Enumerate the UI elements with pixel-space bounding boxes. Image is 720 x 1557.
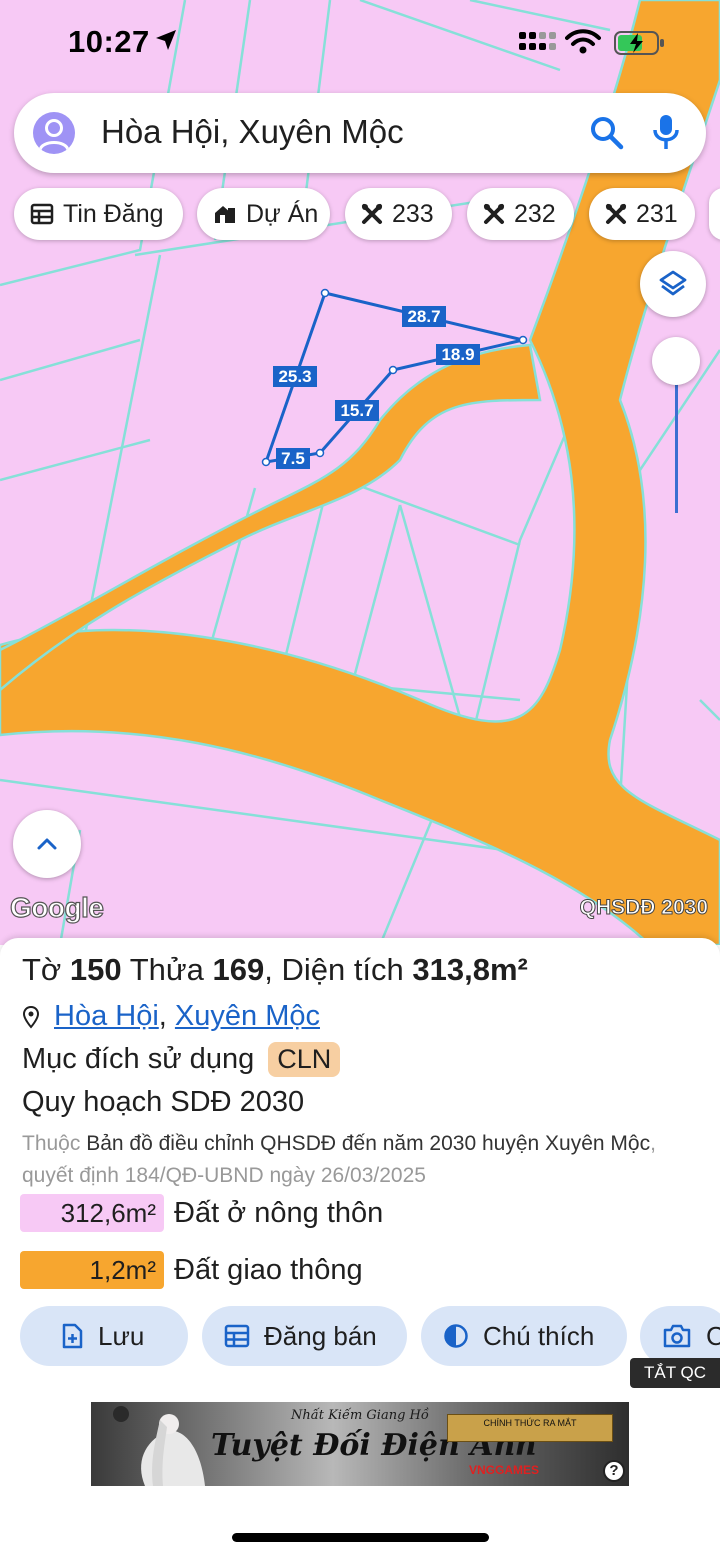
plan-description: Thuộc Bản đồ điều chỉnh QHSDĐ đến năm 20… [22, 1132, 656, 1187]
layers-icon [659, 270, 687, 296]
edge-label: 28.7 [407, 307, 440, 326]
opacity-slider-track[interactable] [675, 368, 678, 513]
post-for-sale-button[interactable]: Đăng bán [202, 1306, 407, 1366]
camera-label: C [706, 1320, 720, 1351]
parcel-title: Tờ 150 Thửa 169, Diện tích 313,8m² [22, 952, 528, 987]
land-use-residential: 312,6m² Đất ở nông thôn [20, 1194, 383, 1232]
parcel-area: 313,8m² [412, 952, 528, 987]
chip-233[interactable]: 233 [345, 188, 452, 240]
status-bar: 10:27 [0, 0, 720, 86]
chip-tin-dang[interactable]: Tin Đăng [14, 188, 183, 240]
land-type: Đất ở nông thôn [174, 1196, 384, 1229]
land-purpose-row: Mục đích sử dụng CLN [22, 1042, 341, 1077]
land-area: 1,2m² [20, 1251, 164, 1289]
ad-info-icon[interactable]: ? [603, 1460, 625, 1482]
ad-banner[interactable]: Nhất Kiếm Giang Hồ Tuyệt Đối Điện Ảnh CH… [91, 1402, 629, 1486]
ad-launch-banner: CHÍNH THỨC RA MẮT [447, 1414, 613, 1442]
camera-icon [663, 1324, 691, 1348]
chip-more[interactable] [709, 188, 720, 240]
ad-publisher: VNGGAMES [469, 1463, 540, 1477]
parcel-location: Hòa Hội, Xuyên Mộc [22, 1000, 320, 1033]
location-arrow-icon [156, 30, 176, 50]
save-button[interactable]: Lưu [20, 1306, 188, 1366]
contrast-icon [444, 1324, 468, 1348]
land-use-transport: 1,2m² Đất giao thông [20, 1251, 363, 1289]
chip-label: 232 [514, 199, 556, 228]
map-view[interactable]: 28.7 18.9 25.3 15.7 7.5 10:27 Hòa Hội, X… [0, 0, 720, 945]
filter-chips: Tin Đăng Dự Án 233 232 231 [12, 188, 720, 242]
land-type: Đất giao thông [174, 1253, 363, 1286]
wifi-icon [565, 29, 601, 54]
save-label: Lưu [98, 1320, 145, 1351]
layers-button[interactable] [640, 251, 706, 317]
home-indicator [232, 1533, 489, 1542]
district-link[interactable]: Xuyên Mộc [175, 1000, 320, 1033]
commune-link[interactable]: Hòa Hội [54, 1000, 159, 1033]
google-logo: Google [9, 891, 104, 923]
search-icon[interactable] [589, 115, 625, 151]
sheet-number: 150 [69, 952, 122, 987]
tools-icon [362, 204, 382, 224]
chip-label: Dự Án [246, 199, 319, 228]
microphone-icon[interactable] [652, 113, 680, 151]
chip-label: 231 [636, 199, 678, 228]
legend-button[interactable]: Chú thích [421, 1306, 627, 1366]
purpose-badge: CLN [268, 1042, 341, 1077]
table-icon [30, 203, 54, 225]
add-file-icon [62, 1323, 83, 1349]
ad-game-logo: Nhất Kiếm Giang Hồ [291, 1408, 429, 1423]
purpose-label: Mục đích sử dụng [22, 1043, 255, 1075]
post-for-sale-label: Đăng bán [264, 1320, 377, 1351]
plan-title: Quy hoạch SDĐ 2030 [22, 1086, 305, 1118]
building-icon [215, 206, 235, 223]
action-buttons: Lưu Đăng bán Chú thích C [20, 1306, 720, 1368]
expand-button[interactable] [13, 810, 81, 878]
camera-button[interactable]: C [640, 1306, 720, 1366]
chip-label: Tin Đăng [63, 199, 164, 228]
chip-du-an[interactable]: Dự Án [197, 188, 330, 240]
edge-label: 15.7 [340, 401, 373, 420]
chip-232[interactable]: 232 [467, 188, 574, 240]
edge-label: 25.3 [278, 367, 311, 386]
tools-icon [484, 204, 504, 224]
ad-character-image [113, 1406, 205, 1486]
location-pin-icon [22, 1005, 40, 1029]
legend-label: Chú thích [483, 1320, 595, 1351]
parcel-info-sheet: Tờ 150 Thửa 169, Diện tích 313,8m² Hòa H… [0, 938, 720, 1557]
chip-label: 233 [392, 199, 434, 228]
search-input[interactable]: Hòa Hội, Xuyên Mộc [101, 113, 404, 151]
land-area: 312,6m² [20, 1194, 164, 1232]
avatar[interactable] [33, 112, 75, 154]
chip-231[interactable]: 231 [589, 188, 695, 240]
search-bar[interactable]: Hòa Hội, Xuyên Mộc [14, 93, 706, 173]
opacity-slider-knob[interactable] [652, 337, 700, 385]
map-layer-name: QHSDĐ 2030 [579, 896, 708, 920]
battery-charging-icon [614, 31, 664, 55]
cellular-signal-icon [519, 32, 556, 50]
table-icon [224, 1324, 250, 1348]
chevron-up-icon [37, 838, 57, 850]
status-time: 10:27 [68, 24, 150, 59]
parcel-number: 169 [212, 952, 265, 987]
tools-icon [606, 204, 626, 224]
ad-close-button[interactable]: TẮT QC [630, 1358, 720, 1388]
edge-label: 7.5 [281, 449, 305, 468]
edge-label: 18.9 [441, 345, 474, 364]
user-icon [38, 119, 70, 151]
